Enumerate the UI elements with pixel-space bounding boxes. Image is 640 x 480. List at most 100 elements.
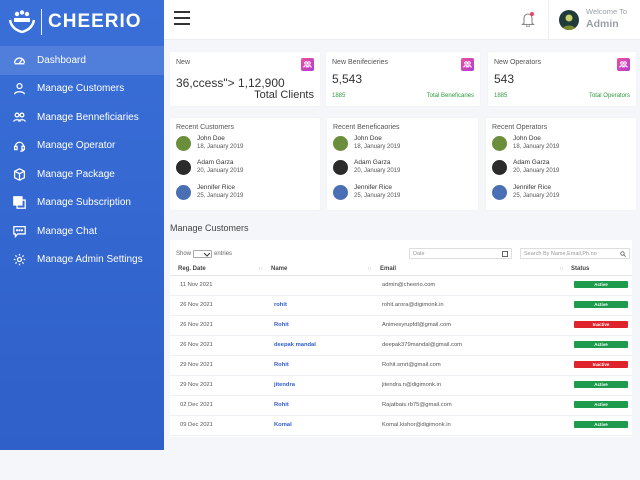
stat-title: New Benifecieries xyxy=(332,59,389,66)
person-name: Jennifer Rice xyxy=(513,184,551,191)
name-cell[interactable]: deepak mandal xyxy=(274,342,316,348)
column-header-email[interactable]: Email xyxy=(380,266,396,272)
calendar-icon[interactable] xyxy=(502,251,508,257)
status-badge[interactable]: Active xyxy=(574,281,628,288)
table-row[interactable]: 29 Nov 2021 jitendra jitendra.n@digimonk.i… xyxy=(170,376,632,396)
entries-length-control: Show entries xyxy=(176,250,232,258)
name-cell[interactable]: Rohit xyxy=(274,362,289,368)
logo-divider xyxy=(41,9,42,35)
sidebar-item-admin-settings[interactable]: Manage Admin Settings xyxy=(0,246,164,275)
name-cell[interactable]: Rohit xyxy=(274,402,289,408)
list-item[interactable]: John Doe 18, January 2019 xyxy=(492,134,559,152)
table-row[interactable]: 26 Nov 2021 rohit rohit.arora@digimonk.in A… xyxy=(170,296,632,316)
logo[interactable]: CHEERIO xyxy=(0,0,164,44)
sidebar-item-package[interactable]: Manage Package xyxy=(0,160,164,189)
users-icon xyxy=(617,58,630,71)
sidebar-item-chat[interactable]: Manage Chat xyxy=(0,217,164,246)
person-name: Adam Garza xyxy=(513,159,550,166)
search-input[interactable]: Search By Name,Email,Ph.no xyxy=(520,248,630,259)
avatar[interactable] xyxy=(559,10,579,30)
avatar xyxy=(176,159,191,175)
list-item[interactable]: Jennifer Rice 25, January 2019 xyxy=(176,183,243,201)
avatar xyxy=(176,135,191,151)
hands-heart-icon xyxy=(8,8,36,36)
date-filter-input[interactable]: Date xyxy=(409,248,512,259)
recent-title: Recent Beneficaories xyxy=(333,124,400,131)
sidebar-item-dashboard[interactable]: Dashboard xyxy=(0,46,164,75)
person-name: John Doe xyxy=(354,135,382,142)
name-cell[interactable]: Komal xyxy=(274,422,292,428)
table-row[interactable]: 26 Nov 2021 deepak mandal deepak379mandal@… xyxy=(170,336,632,356)
search-icon[interactable] xyxy=(620,251,626,257)
column-header-name[interactable]: Name xyxy=(271,266,287,272)
reg-date-cell: 09 Dec 2021 xyxy=(180,422,213,428)
name-cell[interactable]: Rohit xyxy=(274,322,289,328)
welcome-text: Welcome To xyxy=(586,7,627,16)
sidebar-item-label: Manage Benneficiaries xyxy=(37,111,139,123)
name-cell[interactable]: rohit xyxy=(274,302,287,308)
email-cell: Rohit.smrt@gmail.com xyxy=(382,362,441,368)
list-item[interactable]: John Doe 18, January 2019 xyxy=(333,134,400,152)
column-header-reg-date[interactable]: Reg. Date xyxy=(178,266,206,272)
reg-date-cell: 26 Nov 2021 xyxy=(180,342,213,348)
sidebar-item-label: Manage Customers xyxy=(37,83,125,95)
person-date: 20, January 2019 xyxy=(513,168,560,174)
sidebar-item-subscription[interactable]: Manage Subscription xyxy=(0,189,164,218)
status-badge[interactable]: Active xyxy=(574,401,628,408)
table-row[interactable]: 02 Dec 2021 Rohit Rajatbais.rb75@gmail.com… xyxy=(170,396,632,416)
menu-toggle-icon[interactable] xyxy=(174,11,190,25)
copy-icon xyxy=(12,196,26,210)
show-label: Show xyxy=(176,251,192,257)
sidebar-item-operator[interactable]: Manage Operator xyxy=(0,132,164,161)
sidebar-item-label: Manage Admin Settings xyxy=(37,254,143,266)
stat-title: New xyxy=(176,59,191,66)
table-row[interactable]: 11 Nov 2021 admin@cheerio.com Active xyxy=(170,276,632,296)
name-cell[interactable]: jitendra xyxy=(274,382,295,388)
email-cell: admin@cheerio.com xyxy=(382,282,436,288)
status-badge[interactable]: Inactive xyxy=(574,321,628,328)
status-badge[interactable]: Inactive xyxy=(574,361,628,368)
entries-label: entries xyxy=(214,251,233,257)
avatar xyxy=(492,184,507,200)
stat-value: 543 xyxy=(494,72,515,86)
status-badge[interactable]: Active xyxy=(574,381,628,388)
list-item[interactable]: Jennifer Rice 25, January 2019 xyxy=(333,183,400,201)
list-item[interactable]: Adam Garza 20, January 2019 xyxy=(333,158,400,176)
person-date: 25, January 2019 xyxy=(354,193,401,199)
sidebar-item-customers[interactable]: Manage Customers xyxy=(0,75,164,104)
sort-icon[interactable]: ↑↓ xyxy=(258,266,263,272)
sort-icon[interactable]: ↑↓ xyxy=(559,266,564,272)
person-name: John Doe xyxy=(197,135,225,142)
email-cell: Rajatbais.rb75@gmail.com xyxy=(382,402,452,408)
sort-icon[interactable]: ↑↓ xyxy=(367,266,372,272)
list-item[interactable]: Jennifer Rice 25, January 2019 xyxy=(492,183,559,201)
sidebar-item-beneficiaries[interactable]: Manage Benneficiaries xyxy=(0,103,164,132)
status-badge[interactable]: Active xyxy=(574,301,628,308)
table-row[interactable]: 09 Dec 2021 Komal Komal.kishor@digimonk.in… xyxy=(170,416,632,436)
status-badge[interactable]: Active xyxy=(574,421,628,428)
users-icon xyxy=(461,58,474,71)
list-item[interactable]: John Doe 18, January 2019 xyxy=(176,134,243,152)
stat-value: 5,543 xyxy=(332,72,363,86)
sidebar-item-label: Dashboard xyxy=(37,54,86,66)
entries-select[interactable] xyxy=(193,250,213,258)
stat-count: 1885 xyxy=(494,93,508,99)
column-header-status[interactable]: Status xyxy=(571,266,589,272)
list-item[interactable]: Adam Garza 20, January 2019 xyxy=(492,158,559,176)
notification-bell-icon[interactable] xyxy=(521,11,535,28)
date-placeholder: Date xyxy=(413,251,425,257)
table-row[interactable]: 29 Nov 2021 Rohit Rohit.smrt@gmail.com Inac… xyxy=(170,356,632,376)
avatar xyxy=(333,159,348,175)
person-name: John Doe xyxy=(513,135,541,142)
reg-date-cell: 26 Nov 2021 xyxy=(180,302,213,308)
email-cell: rohit.arora@digimonk.in xyxy=(382,302,444,308)
person-date: 20, January 2019 xyxy=(197,168,244,174)
status-badge[interactable]: Active xyxy=(574,341,628,348)
reg-date-cell: 11 Nov 2021 xyxy=(180,282,213,288)
header-divider xyxy=(548,0,549,40)
list-item[interactable]: Adam Garza 20, January 2019 xyxy=(176,158,243,176)
person-name: Adam Garza xyxy=(354,159,391,166)
chevron-down-icon xyxy=(204,252,211,257)
user-name[interactable]: Admin xyxy=(586,18,619,30)
table-row[interactable]: 26 Nov 2021 Rohit Animesyrupfdl@gmail.com I… xyxy=(170,316,632,336)
